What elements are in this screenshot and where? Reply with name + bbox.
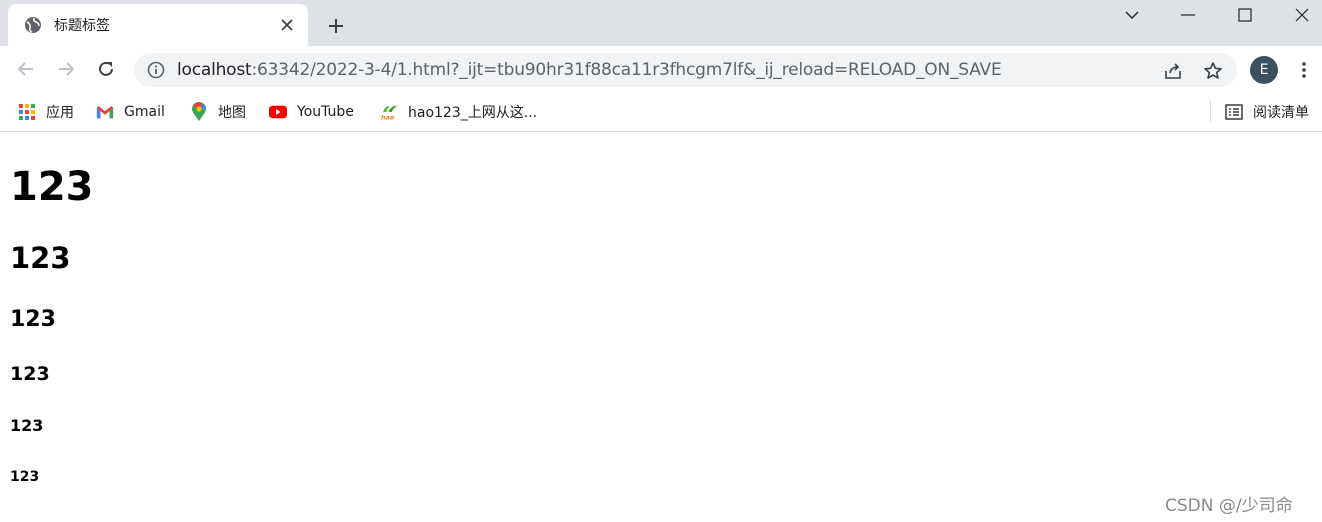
url-text[interactable]: localhost:63342/2022-3-4/1.html?_ijt=tbu… [177, 60, 1002, 80]
maximize-button[interactable] [1217, 0, 1273, 30]
bookmark-label: hao123_上网从这... [408, 105, 538, 121]
apps-grid-icon [18, 103, 36, 121]
heading-h1: 123 [10, 164, 94, 210]
heading-h5: 123 [10, 416, 44, 435]
page-content: 123 123 123 123 123 123 [10, 133, 1310, 522]
hao123-icon: hao [380, 103, 398, 121]
bookmark-hao123[interactable]: hao hao123_上网从这... [380, 100, 537, 124]
address-bar[interactable]: localhost:63342/2022-3-4/1.html?_ijt=tbu… [134, 53, 1237, 87]
site-info-icon[interactable] [146, 60, 166, 80]
bookmarks-divider [1210, 100, 1211, 122]
back-button[interactable] [9, 52, 43, 86]
bookmark-maps[interactable]: 地图 [190, 100, 246, 124]
url-path: :63342/2022-3-4/1.html?_ijt=tbu90hr31f88… [251, 60, 1002, 80]
youtube-icon [269, 103, 287, 121]
share-icon[interactable] [1162, 60, 1184, 82]
tab-close-icon[interactable] [276, 14, 298, 36]
bookmark-label: 应用 [46, 105, 74, 121]
gmail-icon [96, 103, 114, 121]
bookmark-star-icon[interactable] [1202, 60, 1224, 82]
profile-avatar[interactable]: E [1250, 56, 1278, 84]
browser-toolbar: localhost:63342/2022-3-4/1.html?_ijt=tbu… [0, 46, 1322, 92]
url-host: localhost [177, 60, 252, 80]
maps-pin-icon [190, 102, 208, 121]
bookmark-label: Gmail [124, 104, 165, 120]
bookmark-apps[interactable]: 应用 [18, 100, 74, 124]
bookmark-label: YouTube [297, 104, 354, 120]
more-menu-icon[interactable] [1292, 58, 1316, 82]
bookmarks-bar: 应用 Gmail 地图 YouTube hao hao123_上网从这... 阅… [0, 92, 1322, 132]
heading-h4: 123 [10, 363, 50, 385]
bookmark-youtube[interactable]: YouTube [269, 100, 354, 124]
window-close-button[interactable] [1274, 0, 1322, 30]
csdn-watermark: CSDN @/少司命 [1165, 496, 1293, 516]
tab-title: 标题标签 [54, 18, 110, 34]
heading-h3: 123 [10, 307, 56, 332]
globe-icon [24, 16, 42, 34]
minimize-button[interactable] [1160, 0, 1216, 30]
reading-list-button[interactable]: 阅读清单 [1225, 100, 1309, 124]
bookmark-gmail[interactable]: Gmail [96, 100, 165, 124]
tab-search-icon[interactable] [1104, 0, 1160, 30]
new-tab-button[interactable] [322, 12, 350, 40]
reading-list-label: 阅读清单 [1253, 105, 1309, 121]
heading-h2: 123 [10, 241, 71, 275]
reload-button[interactable] [89, 52, 123, 86]
bookmark-label: 地图 [218, 105, 246, 121]
tab-strip: 标题标签 [0, 0, 1322, 46]
reading-list-icon [1225, 103, 1243, 121]
browser-tab[interactable]: 标题标签 [8, 4, 308, 46]
svg-text:hao: hao [381, 113, 395, 121]
heading-h6: 123 [10, 469, 40, 485]
forward-button[interactable] [49, 52, 83, 86]
